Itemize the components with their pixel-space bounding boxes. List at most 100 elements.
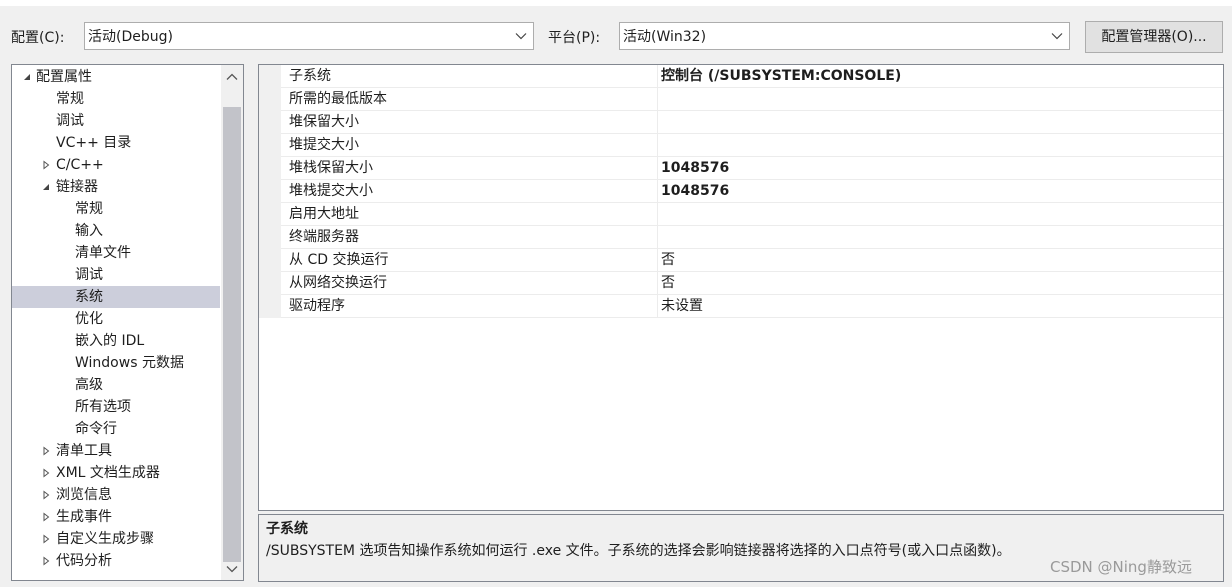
config-value: 活动(Debug)	[88, 29, 173, 45]
chevron-down-icon[interactable]	[226, 565, 238, 573]
property-value[interactable]: 1048576	[661, 180, 729, 203]
config-manager-button[interactable]: 配置管理器(O)...	[1085, 21, 1223, 53]
tree-item-label: 生成事件	[56, 509, 112, 525]
tree-item[interactable]: 配置属性	[12, 66, 220, 88]
property-row[interactable]: 终端服务器	[259, 226, 1223, 249]
tree-item-label: 命令行	[75, 421, 117, 437]
config-label: 配置(C):	[11, 30, 65, 46]
property-row[interactable]: 堆提交大小	[259, 134, 1223, 157]
property-name: 所需的最低版本	[289, 91, 387, 107]
row-gutter	[259, 180, 281, 203]
tree-item-label: C/C++	[56, 157, 104, 173]
row-gutter	[259, 295, 281, 318]
property-row[interactable]: 子系统 控制台 (/SUBSYSTEM:CONSOLE)	[259, 65, 1223, 88]
property-grid[interactable]: 子系统 控制台 (/SUBSYSTEM:CONSOLE) 所需的最低版本堆保留大小堆…	[258, 64, 1224, 511]
property-row[interactable]: 所需的最低版本	[259, 88, 1223, 111]
expanded-triangle-icon[interactable]	[41, 182, 51, 192]
tree-item[interactable]: 清单文件	[12, 242, 220, 264]
tree-item[interactable]: 清单工具	[12, 440, 220, 462]
tree-item[interactable]: 调试	[12, 264, 220, 286]
property-row[interactable]: 启用大地址	[259, 203, 1223, 226]
property-name: 从网络交换运行	[289, 275, 387, 291]
tree-item[interactable]: 常规	[12, 88, 220, 110]
collapsed-triangle-icon[interactable]	[41, 468, 51, 478]
column-divider	[657, 88, 658, 111]
row-gutter	[259, 249, 281, 272]
tree-item[interactable]: 高级	[12, 374, 220, 396]
tree-item-label: 输入	[75, 223, 103, 239]
row-divider	[281, 317, 1223, 318]
tree-item[interactable]: C/C++	[12, 154, 220, 176]
row-gutter	[259, 134, 281, 157]
chevron-up-icon[interactable]	[226, 73, 238, 81]
tree-item[interactable]: 链接器	[12, 176, 220, 198]
row-gutter	[259, 111, 281, 134]
tree-item-label: 常规	[75, 201, 103, 217]
tree-item[interactable]: 浏览信息	[12, 484, 220, 506]
tree-item-label: 常规	[56, 91, 84, 107]
row-gutter	[259, 157, 281, 180]
tree-item[interactable]: 代码分析	[12, 550, 220, 572]
property-row[interactable]: 从 CD 交换运行 否	[259, 249, 1223, 272]
tree-item[interactable]: 命令行	[12, 418, 220, 440]
property-name: 堆提交大小	[289, 137, 359, 153]
tree-item-label: Windows 元数据	[75, 355, 184, 371]
tree-item[interactable]: 优化	[12, 308, 220, 330]
property-name: 从 CD 交换运行	[289, 252, 389, 268]
collapsed-triangle-icon[interactable]	[41, 512, 51, 522]
tree-item-label: VC++ 目录	[56, 135, 132, 151]
tree-scrollbar[interactable]	[221, 65, 243, 580]
tree-item-label: 链接器	[56, 179, 98, 195]
tree-item-selected[interactable]: 系统	[12, 286, 220, 308]
row-gutter	[259, 272, 281, 295]
tree-item-label: 清单工具	[56, 443, 112, 459]
watermark: CSDN @Ning静致远	[1050, 558, 1192, 576]
property-name: 终端服务器	[289, 229, 359, 245]
tree-item[interactable]: 所有选项	[12, 396, 220, 418]
tree-item-label: XML 文档生成器	[56, 465, 160, 481]
tree-item[interactable]: 自定义生成步骤	[12, 528, 220, 550]
scrollbar-thumb[interactable]	[223, 107, 241, 562]
config-dropdown[interactable]: 活动(Debug)	[84, 22, 534, 50]
tree-item[interactable]: 生成事件	[12, 506, 220, 528]
chevron-down-icon	[515, 33, 527, 40]
tree-item[interactable]: Windows 元数据	[12, 352, 220, 374]
collapsed-triangle-icon[interactable]	[41, 490, 51, 500]
property-tree[interactable]: 配置属性 常规 调试 VC++ 目录 C/C++ 链接器 常规 输入 清单文件 调试 系统 优化 嵌入的…	[11, 64, 244, 581]
description-title: 子系统	[266, 521, 308, 537]
tree-item[interactable]: 输入	[12, 220, 220, 242]
property-name: 堆栈保留大小	[289, 160, 373, 176]
platform-value: 活动(Win32)	[623, 29, 707, 45]
collapsed-triangle-icon[interactable]	[41, 160, 51, 170]
property-row[interactable]: 驱动程序 未设置	[259, 295, 1223, 318]
tree-item[interactable]: VC++ 目录	[12, 132, 220, 154]
column-divider	[657, 65, 658, 88]
top-strip	[0, 0, 1232, 6]
column-divider	[657, 272, 658, 295]
collapsed-triangle-icon[interactable]	[41, 446, 51, 456]
property-value[interactable]: 1048576	[661, 157, 729, 180]
chevron-down-icon	[1051, 33, 1063, 40]
property-row[interactable]: 堆栈保留大小 1048576	[259, 157, 1223, 180]
tree-item[interactable]: 调试	[12, 110, 220, 132]
property-name: 子系统	[289, 68, 331, 84]
property-row[interactable]: 堆保留大小	[259, 111, 1223, 134]
collapsed-triangle-icon[interactable]	[41, 556, 51, 566]
column-divider	[657, 134, 658, 157]
property-value[interactable]: 控制台 (/SUBSYSTEM:CONSOLE)	[661, 65, 901, 88]
property-value[interactable]: 否	[661, 249, 675, 272]
row-gutter	[259, 203, 281, 226]
property-value[interactable]: 否	[661, 272, 675, 295]
tree-item-label: 自定义生成步骤	[56, 531, 154, 547]
platform-dropdown[interactable]: 活动(Win32)	[619, 22, 1070, 50]
tree-item[interactable]: XML 文档生成器	[12, 462, 220, 484]
tree-item-label: 清单文件	[75, 245, 131, 261]
tree-item[interactable]: 嵌入的 IDL	[12, 330, 220, 352]
property-value[interactable]: 未设置	[661, 295, 703, 318]
tree-item[interactable]: 常规	[12, 198, 220, 220]
collapsed-triangle-icon[interactable]	[41, 534, 51, 544]
platform-label: 平台(P):	[548, 30, 601, 46]
property-row[interactable]: 堆栈提交大小 1048576	[259, 180, 1223, 203]
property-row[interactable]: 从网络交换运行 否	[259, 272, 1223, 295]
expanded-triangle-icon[interactable]	[22, 72, 32, 82]
